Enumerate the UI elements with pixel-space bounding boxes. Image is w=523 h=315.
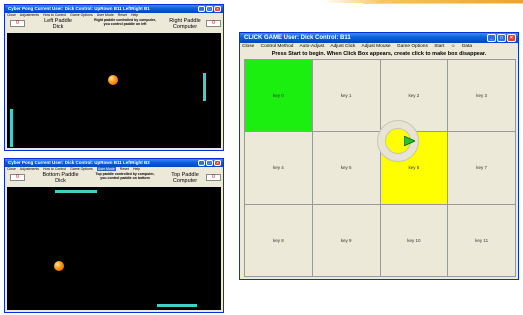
key-cell-10[interactable]: key 10 [380,204,449,277]
control-note: Top paddle controlled by computer, you co… [95,172,155,180]
title-bar[interactable]: Cyber Pong Current User: Dick Control: U… [5,159,223,167]
title-bar[interactable]: Cyber Pong Current User: Dick Control: U… [5,5,223,13]
key-grid: key 0 key 1 key 2 key 3 key 4 key 5 key … [244,59,516,277]
left-score: 0 [10,20,25,27]
menu-how-to-control[interactable]: How to Control [43,167,66,171]
top-paddle [55,190,97,193]
key-cell-11[interactable]: key 11 [448,204,516,277]
menu-adjust-mouse[interactable]: Adjust Mouse [362,44,391,49]
pong-window-left-right: Cyber Pong Current User: Dick Control: U… [4,4,224,151]
control-note: Right paddle controlled by computer, you … [94,18,156,26]
right-paddle [203,73,206,101]
menu-data[interactable]: Data [462,44,472,49]
key-cell-0[interactable]: key 0 [245,60,313,133]
minimize-icon[interactable]: _ [198,160,205,166]
title-bar[interactable]: CLICK GAME User: Dick Control: B11 _ □ × [240,33,518,43]
menu-how-to-control[interactable]: How to Control [43,13,66,17]
menu-auto-adjust[interactable]: Auto-Adjust [299,44,324,49]
menu-adjustments[interactable]: Adjustments [20,167,39,171]
right-score: 0 [206,20,221,27]
maximize-icon[interactable]: □ [206,160,213,166]
close-icon[interactable]: × [214,6,221,12]
menu-reset[interactable]: Reset [120,167,129,171]
top-paddle-label: Top Paddle Computer [171,172,199,184]
decorative-header-stripe [323,0,523,6]
key-cell-4[interactable]: key 4 [245,132,313,205]
close-icon[interactable]: × [214,160,221,166]
menu-start[interactable]: Start [434,44,444,49]
window-title: Cyber Pong Current User: Dick Control: U… [8,6,150,11]
cursor-ring-icon [377,120,419,162]
top-score: 0 [206,174,221,181]
green-arrow-cursor-icon [404,136,415,146]
key-cell-3[interactable]: key 3 [448,60,516,133]
score-header: 0 Left Paddle Dick Right paddle controlle… [5,18,223,33]
menu-reset[interactable]: Reset [118,13,127,17]
key-cell-8[interactable]: key 8 [245,204,313,277]
bottom-paddle [157,304,197,307]
minimize-icon[interactable]: _ [487,34,496,42]
menu-bar: Close Control Method Auto-Adjust Adjust … [240,43,518,50]
key-cell-9[interactable]: key 9 [312,204,381,277]
window-title: CLICK GAME User: Dick Control: B11 [244,35,351,41]
menu-close[interactable]: Close [242,44,254,49]
pong-field [7,187,221,310]
bottom-score: 0 [10,174,25,181]
pong-window-top-bottom: Cyber Pong Current User: Dick Control: U… [4,158,224,313]
menu-game-options[interactable]: Game Options [397,44,428,49]
maximize-icon[interactable]: □ [206,6,213,12]
close-icon[interactable]: × [507,34,516,42]
menu-game-options[interactable]: Game Options [70,13,93,17]
menu-control-method[interactable]: Control Method [261,44,294,49]
menu-game-options[interactable]: Game Options [70,167,93,171]
maximize-icon[interactable]: □ [497,34,506,42]
bottom-paddle-label: Bottom Paddle Dick [42,172,79,184]
menu-help[interactable]: Help [131,13,138,17]
key-cell-1[interactable]: key 1 [312,60,381,133]
key-cell-5[interactable]: key 5 [312,132,381,205]
menu-user-mode[interactable]: User Mode [97,13,114,17]
pong-field [7,33,221,148]
menu-adjust-click[interactable]: Adjust Click [330,44,355,49]
menu-user-mode[interactable]: User Mode [96,167,116,171]
right-paddle-label: Right Paddle Computer [169,18,201,30]
menu-adjustments[interactable]: Adjustments [20,13,39,17]
click-game-window: CLICK GAME User: Dick Control: B11 _ □ ×… [239,32,519,280]
key-cell-7[interactable]: key 7 [448,132,516,205]
ball [108,75,118,85]
menu-smiley-icon[interactable]: ☺ [451,44,456,49]
ball [54,261,64,271]
menu-close[interactable]: Close [7,167,16,171]
minimize-icon[interactable]: _ [198,6,205,12]
window-title: Cyber Pong Current User: Dick Control: U… [8,160,150,165]
instruction-message: Press Start to begin. When Click Box app… [271,51,487,57]
score-header: 0 Bottom Paddle Dick Top paddle controlle… [5,172,223,187]
left-paddle [10,109,13,147]
left-paddle-label: Left Paddle Dick [44,18,72,30]
menu-help[interactable]: Help [133,167,140,171]
menu-close[interactable]: Close [7,13,16,17]
